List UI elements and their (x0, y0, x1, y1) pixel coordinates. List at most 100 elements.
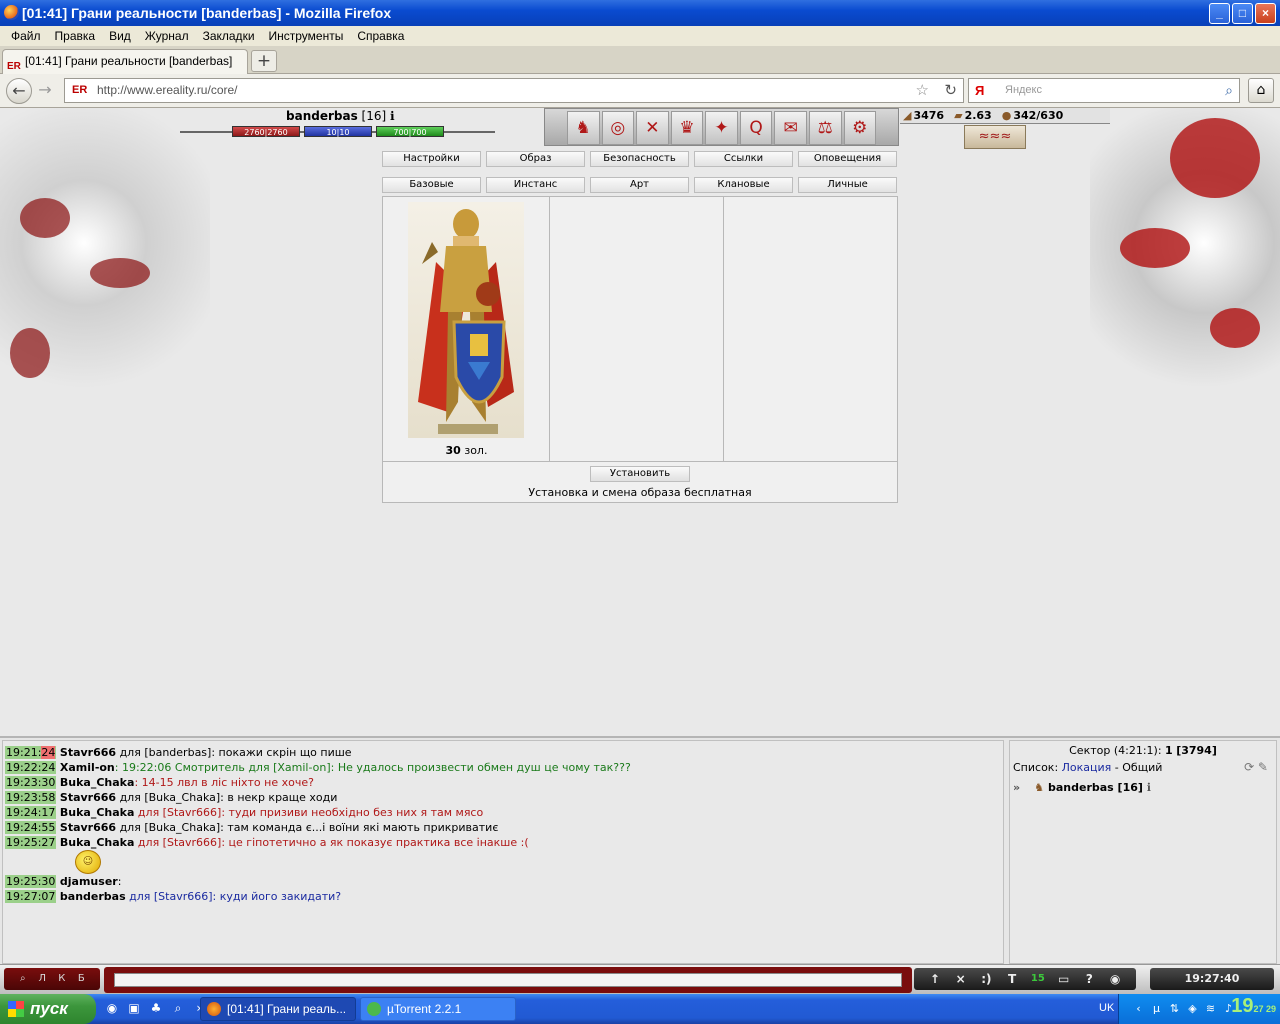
quest-icon[interactable]: Q (739, 111, 773, 145)
chat-timestamp[interactable]: 19:22:24 (5, 761, 57, 774)
tray-utorrent-icon[interactable]: µ (1149, 1001, 1164, 1016)
taskbar-firefox[interactable]: [01:41] Грани реаль... (200, 997, 356, 1021)
chat-message[interactable]: 19:24:55 Stavr666 для [Buka_Chaka]: там … (5, 820, 1001, 835)
language-indicator[interactable]: UK (1099, 1002, 1114, 1014)
tab-instance[interactable]: Инстанс (486, 177, 585, 193)
character-icon[interactable]: ♞ (567, 111, 600, 145)
quick-launch-icon[interactable]: ▣ (126, 999, 142, 1017)
list-location-link[interactable]: Локация (1062, 761, 1112, 774)
menu-history[interactable]: Журнал (138, 26, 196, 46)
quick-launch-icon[interactable]: ♣ (148, 999, 164, 1017)
clan-icon[interactable]: ♛ (670, 111, 704, 145)
browser-tab[interactable]: ER [01:41] Грани реальности [banderbas] (2, 49, 248, 74)
quick-search-icon[interactable]: ⌕ (170, 999, 186, 1017)
menu-edit[interactable]: Правка (48, 26, 103, 46)
chat-message[interactable]: 19:23:30 Buka_Chaka: 14-15 лвл в ліс ніх… (5, 775, 1001, 790)
character-name[interactable]: banderbas [16] ℹ (286, 109, 395, 123)
chat-message[interactable]: 19:23:58 Stavr666 для [Buka_Chaka]: в не… (5, 790, 1001, 805)
chat-username[interactable]: djamuser (60, 875, 118, 888)
tab-security[interactable]: Безопасность (590, 151, 689, 167)
chat-username[interactable]: Buka_Chaka (60, 776, 135, 789)
chat-timestamp[interactable]: 19:25:27 (5, 836, 57, 849)
new-tab-button[interactable]: + (251, 50, 277, 72)
chat-log[interactable]: 19:21:24 Stavr666 для [banderbas]: покаж… (2, 740, 1004, 964)
tab-art[interactable]: Арт (590, 177, 689, 193)
tray-security-icon[interactable]: ◈ (1185, 1001, 1200, 1016)
market-icon[interactable]: ⚖ (808, 111, 842, 145)
bookmark-star-icon[interactable]: ☆ (916, 79, 929, 102)
chat-message[interactable]: 19:25:27 Buka_Chaka для [Stavr666]: це г… (5, 835, 1001, 850)
chat-timestamp[interactable]: 19:27:07 (5, 890, 57, 903)
chat-search-icon[interactable]: ⌕ (14, 971, 32, 987)
menu-view[interactable]: Вид (102, 26, 138, 46)
inventory-icon[interactable]: ◎ (601, 111, 635, 145)
chat-message[interactable]: 19:24:17 Buka_Chaka для [Stavr666]: туди… (5, 805, 1001, 820)
mail-icon[interactable]: ✉ (774, 111, 807, 145)
chat-message[interactable]: 19:21:24 Stavr666 для [banderbas]: покаж… (5, 745, 1001, 760)
translit-button[interactable]: T (1001, 970, 1023, 988)
chat-timestamp[interactable]: 19:21:24 (5, 746, 57, 759)
chat-username[interactable]: Buka_Chaka (60, 836, 135, 849)
battle-icon[interactable]: ✕ (636, 111, 669, 145)
menu-bookmarks[interactable]: Закладки (196, 26, 262, 46)
extra-menu-button[interactable]: ≈≈≈ (964, 125, 1026, 149)
chat-input[interactable] (104, 967, 912, 993)
tray-wifi-icon[interactable]: ≋ (1203, 1001, 1218, 1016)
help-button[interactable]: ? (1079, 970, 1101, 988)
tray-arrow-icon[interactable]: ‹ (1131, 1001, 1146, 1016)
image-slot-1[interactable]: 30 зол. (383, 197, 550, 461)
back-button[interactable]: ← (6, 78, 32, 104)
chat-timestamp[interactable]: 19:24:55 (5, 821, 57, 834)
tab-links[interactable]: Ссылки (694, 151, 793, 167)
clear-icon[interactable]: × (950, 970, 972, 988)
tray-network-icon[interactable]: ⇅ (1167, 1001, 1182, 1016)
tab-settings[interactable]: Настройки (382, 151, 481, 167)
coins-icon[interactable]: ◉ (1104, 970, 1126, 988)
knight-avatar-image[interactable] (408, 202, 524, 438)
quick-launch-icon[interactable]: ◉ (104, 999, 120, 1017)
chat-message[interactable]: 19:22:24 Xamil-on: 19:22:06 Смотритель д… (5, 760, 1001, 775)
close-button[interactable]: × (1255, 3, 1276, 24)
taskbar-utorrent[interactable]: µTorrent 2.2.1 (360, 997, 516, 1021)
forward-button[interactable]: → (32, 78, 58, 104)
chat-timestamp[interactable]: 19:24:17 (5, 806, 57, 819)
chat-username[interactable]: banderbas (60, 890, 126, 903)
tab-notifications[interactable]: Оповещения (798, 151, 897, 167)
info-icon[interactable]: ℹ (390, 109, 395, 123)
send-up-icon[interactable]: ↑ (924, 970, 946, 988)
filter-k-button[interactable]: К (53, 971, 71, 987)
search-icon[interactable]: ⌕ (1225, 79, 1233, 102)
refresh-icon[interactable]: ⟳ ✎ (1244, 759, 1268, 776)
skills-icon[interactable]: ✦ (705, 111, 738, 145)
chat-username[interactable]: Stavr666 (60, 746, 116, 759)
menu-help[interactable]: Справка (350, 26, 411, 46)
refresh-rate-button[interactable]: 15 (1027, 970, 1049, 988)
smiley-icon[interactable]: :) (976, 970, 998, 988)
start-button[interactable]: пуск (0, 994, 96, 1024)
chat-username[interactable]: Buka_Chaka (60, 806, 135, 819)
chat-username[interactable]: Stavr666 (60, 791, 116, 804)
url-bar[interactable]: ER http://www.ereality.ru/core/ ☆ ↻ (64, 78, 964, 103)
tab-personal[interactable]: Личные (798, 177, 897, 193)
chat-username[interactable]: Stavr666 (60, 821, 116, 834)
menu-tools[interactable]: Инструменты (262, 26, 351, 46)
filter-b-button[interactable]: Б (73, 971, 91, 987)
chat-timestamp[interactable]: 19:23:58 (5, 791, 57, 804)
online-user[interactable]: » ♞ banderbas [16] ℹ (1010, 779, 1276, 796)
list-general[interactable]: - Общий (1115, 761, 1163, 774)
install-button[interactable]: Установить (590, 466, 690, 482)
home-button[interactable]: ⌂ (1248, 78, 1274, 103)
chat-message[interactable]: 19:27:07 banderbas для [Stavr666]: куди … (5, 889, 1001, 904)
filter-l-button[interactable]: Л (34, 971, 52, 987)
screen-icon[interactable]: ▭ (1053, 970, 1075, 988)
search-input[interactable]: Я Яндекс ⌕ (968, 78, 1240, 103)
chat-username[interactable]: Xamil-on (60, 761, 115, 774)
tab-basic[interactable]: Базовые (382, 177, 481, 193)
menu-file[interactable]: Файл (4, 26, 48, 46)
chat-timestamp[interactable]: 19:23:30 (5, 776, 57, 789)
maximize-button[interactable]: □ (1232, 3, 1253, 24)
chat-timestamp[interactable]: 19:25:30 (5, 875, 57, 888)
tab-clan[interactable]: Клановые (694, 177, 793, 193)
settings-icon[interactable]: ⚙ (843, 111, 877, 145)
minimize-button[interactable]: _ (1209, 3, 1230, 24)
